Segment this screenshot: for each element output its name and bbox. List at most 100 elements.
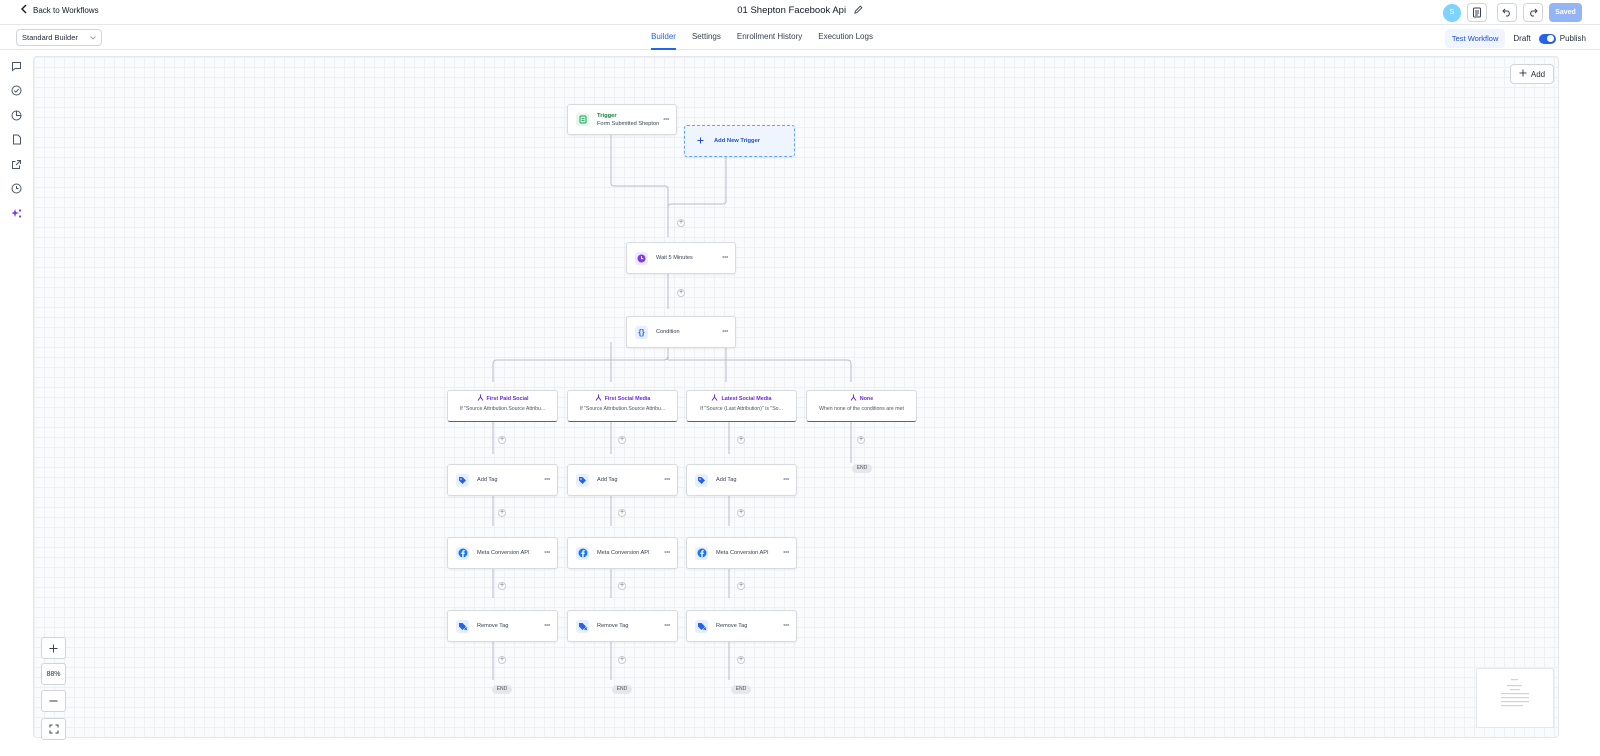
add-step-button[interactable]: + bbox=[498, 436, 506, 444]
node-menu-icon[interactable]: ••• bbox=[783, 550, 789, 557]
remove-tag-node[interactable]: Remove Tag ••• bbox=[447, 610, 558, 642]
branch-icon bbox=[850, 394, 857, 403]
wait-label: Wait 5 Minutes bbox=[656, 255, 693, 261]
zoom-in-button[interactable] bbox=[41, 637, 66, 659]
meta-conversion-api-node[interactable]: Meta Conversion API ••• bbox=[567, 537, 678, 569]
meta-api-label: Meta Conversion API bbox=[716, 550, 769, 556]
trigger-node[interactable]: Trigger Form Submitted Shepton ••• bbox=[567, 104, 677, 135]
branch-icon bbox=[595, 394, 602, 403]
meta-api-label: Meta Conversion API bbox=[597, 550, 650, 556]
branch-title: First Paid Social bbox=[486, 395, 529, 402]
node-menu-icon[interactable]: ••• bbox=[544, 477, 550, 484]
plus-icon bbox=[697, 137, 704, 146]
condition-label: Condition bbox=[656, 329, 680, 335]
fit-view-button[interactable] bbox=[41, 718, 66, 740]
branch-desc: If "Source Attribution.Source Attribu... bbox=[459, 406, 546, 412]
facebook-icon bbox=[576, 546, 589, 560]
end-marker: END bbox=[731, 685, 751, 694]
braces-icon: {} bbox=[635, 325, 648, 339]
add-step-button[interactable]: + bbox=[498, 509, 506, 517]
add-tag-label: Add Tag bbox=[477, 477, 498, 483]
add-step-button[interactable]: + bbox=[677, 289, 685, 297]
node-menu-icon[interactable]: ••• bbox=[783, 477, 789, 484]
minimap-preview bbox=[1501, 679, 1529, 707]
remove-tag-label: Remove Tag bbox=[597, 623, 629, 629]
branch-first-paid-social[interactable]: First Paid Social If "Source Attribution… bbox=[447, 390, 558, 422]
node-menu-icon[interactable]: ••• bbox=[664, 550, 670, 557]
branch-none[interactable]: None When none of the conditions are met bbox=[806, 390, 917, 422]
add-step-button[interactable]: + bbox=[737, 656, 745, 664]
form-icon bbox=[576, 113, 589, 126]
node-menu-icon[interactable]: ••• bbox=[544, 550, 550, 557]
facebook-icon bbox=[456, 546, 469, 560]
node-menu-icon[interactable]: ••• bbox=[664, 623, 670, 630]
node-menu-icon[interactable]: ••• bbox=[664, 477, 670, 484]
branch-icon bbox=[711, 394, 718, 403]
branch-first-social-media[interactable]: First Social Media If "Source Attributio… bbox=[567, 390, 678, 422]
clock-icon bbox=[635, 251, 648, 265]
trigger-subtitle: Form Submitted Shepton bbox=[597, 120, 660, 127]
end-marker: END bbox=[612, 685, 632, 694]
branch-latest-social-media[interactable]: Latest Social Media If "Source (Last Att… bbox=[686, 390, 797, 422]
node-menu-icon[interactable]: ••• bbox=[722, 329, 728, 336]
plus-icon bbox=[1519, 69, 1527, 79]
tag-icon bbox=[576, 473, 589, 487]
connector-lines bbox=[492, 134, 852, 680]
trigger-title: Trigger bbox=[597, 112, 617, 119]
add-step-button[interactable]: + bbox=[498, 656, 506, 664]
expand-icon bbox=[49, 724, 58, 734]
tag-icon bbox=[695, 473, 708, 487]
add-step-button[interactable]: + bbox=[677, 219, 685, 227]
remove-tag-icon bbox=[576, 619, 589, 633]
branch-title: Latest Social Media bbox=[721, 395, 772, 402]
branch-desc: When none of the conditions are met bbox=[819, 406, 904, 412]
end-marker: END bbox=[852, 464, 872, 473]
add-step-button[interactable]: + bbox=[857, 436, 865, 444]
remove-tag-label: Remove Tag bbox=[477, 623, 509, 629]
wait-node[interactable]: Wait 5 Minutes ••• bbox=[626, 242, 736, 274]
add-step-button[interactable]: + bbox=[737, 436, 745, 444]
branch-title: First Social Media bbox=[604, 395, 651, 402]
add-new-trigger-node[interactable]: Add New Trigger bbox=[684, 125, 795, 157]
meta-conversion-api-node[interactable]: Meta Conversion API ••• bbox=[686, 537, 797, 569]
add-step-button[interactable]: + bbox=[737, 509, 745, 517]
branch-desc: If "Source Attribution.Source Attribu... bbox=[579, 406, 666, 412]
end-marker: END bbox=[492, 685, 512, 694]
minus-icon bbox=[49, 700, 58, 702]
plus-icon bbox=[49, 644, 58, 652]
add-tag-node[interactable]: Add Tag ••• bbox=[686, 464, 797, 496]
branch-desc: If "Source (Last Attribution)" is "So... bbox=[700, 406, 783, 412]
meta-conversion-api-node[interactable]: Meta Conversion API ••• bbox=[447, 537, 558, 569]
add-step-button[interactable]: + bbox=[618, 509, 626, 517]
add-node-button[interactable]: Add bbox=[1510, 64, 1554, 84]
condition-node[interactable]: {} Condition ••• bbox=[626, 316, 736, 348]
zoom-level: 88% bbox=[41, 663, 66, 685]
node-menu-icon[interactable]: ••• bbox=[722, 255, 728, 262]
node-menu-icon[interactable]: ••• bbox=[544, 623, 550, 630]
add-step-button[interactable]: + bbox=[737, 582, 745, 590]
branch-title: None bbox=[859, 395, 874, 402]
add-step-button[interactable]: + bbox=[498, 582, 506, 590]
add-tag-node[interactable]: Add Tag ••• bbox=[447, 464, 558, 496]
node-menu-icon[interactable]: ••• bbox=[663, 116, 669, 123]
add-button-label: Add bbox=[1530, 69, 1546, 79]
node-menu-icon[interactable]: ••• bbox=[783, 623, 789, 630]
remove-tag-icon bbox=[456, 619, 469, 633]
meta-api-label: Meta Conversion API bbox=[477, 550, 530, 556]
add-step-button[interactable]: + bbox=[618, 436, 626, 444]
add-tag-label: Add Tag bbox=[597, 477, 618, 483]
add-new-trigger-label: Add New Trigger bbox=[714, 138, 761, 144]
remove-tag-icon bbox=[695, 619, 708, 633]
add-step-button[interactable]: + bbox=[618, 582, 626, 590]
add-tag-label: Add Tag bbox=[716, 477, 737, 483]
add-tag-node[interactable]: Add Tag ••• bbox=[567, 464, 678, 496]
branch-icon bbox=[477, 394, 484, 403]
add-step-button[interactable]: + bbox=[618, 656, 626, 664]
remove-tag-node[interactable]: Remove Tag ••• bbox=[567, 610, 678, 642]
remove-tag-label: Remove Tag bbox=[716, 623, 748, 629]
facebook-icon bbox=[695, 546, 708, 560]
zoom-out-button[interactable] bbox=[41, 690, 66, 712]
tag-icon bbox=[456, 473, 469, 487]
minimap[interactable] bbox=[1476, 668, 1554, 728]
remove-tag-node[interactable]: Remove Tag ••• bbox=[686, 610, 797, 642]
